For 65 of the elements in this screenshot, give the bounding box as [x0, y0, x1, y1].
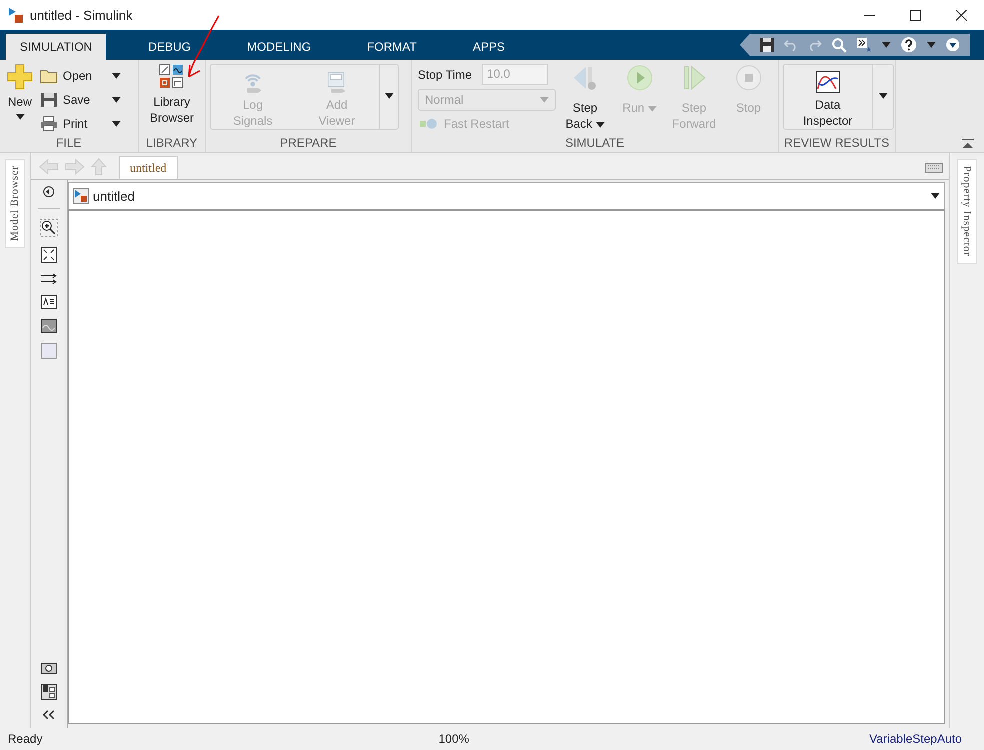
- caret-icon[interactable]: [384, 93, 394, 99]
- caret-icon[interactable]: [931, 193, 940, 199]
- caret-icon[interactable]: [882, 42, 891, 48]
- breadcrumb-bar[interactable]: untitled: [68, 182, 945, 211]
- model-browser-tab[interactable]: Model Browser: [5, 159, 25, 248]
- file-menu-button[interactable]: Print: [40, 112, 121, 136]
- breadcrumb-label: untitled: [93, 188, 136, 204]
- data-inspector-button[interactable]: Data Inspector: [784, 65, 872, 129]
- ribbon-tab[interactable]: MODELING: [219, 34, 340, 60]
- window-title: untitled - Simulink: [30, 8, 134, 22]
- model-tab[interactable]: untitled: [119, 156, 178, 179]
- hide-icon[interactable]: [43, 186, 55, 198]
- camera-icon[interactable]: [41, 661, 57, 674]
- solver-link[interactable]: VariableStepAuto: [870, 732, 962, 746]
- save-icon[interactable]: [760, 38, 774, 52]
- expand-icon[interactable]: [946, 38, 960, 52]
- section-label: SIMULATE: [564, 136, 626, 152]
- shortcut-icon[interactable]: [857, 38, 872, 52]
- ribbon-tab[interactable]: DEBUG: [120, 34, 220, 60]
- file-menu-button[interactable]: Save: [40, 88, 121, 112]
- caret-icon[interactable]: [878, 93, 888, 99]
- model-icon: [73, 188, 89, 204]
- close-icon[interactable]: [956, 10, 966, 20]
- new-button[interactable]: New: [4, 64, 36, 120]
- annotation-icon[interactable]: [41, 295, 57, 309]
- image-icon[interactable]: [41, 319, 57, 333]
- collapse-icon[interactable]: [962, 139, 974, 149]
- file-menu-button[interactable]: Open: [40, 64, 121, 88]
- property-inspector-tab[interactable]: Property Inspector: [957, 159, 977, 264]
- save-icon: [40, 92, 58, 108]
- section-label: REVIEW RESULTS: [783, 136, 891, 152]
- section-label: PREPARE: [279, 136, 338, 152]
- property-icon[interactable]: [41, 684, 57, 700]
- arrows-icon[interactable]: [41, 273, 57, 285]
- maximize-icon[interactable]: [910, 10, 920, 20]
- plus-icon: [7, 64, 33, 90]
- ribbon-tab[interactable]: SIMULATION: [6, 34, 106, 60]
- keyboard-icon[interactable]: [925, 163, 943, 173]
- caret-icon[interactable]: [927, 42, 936, 48]
- fit-view-icon[interactable]: [41, 247, 57, 263]
- search-icon[interactable]: [832, 38, 847, 52]
- stop-time-label: Stop Time: [418, 68, 472, 82]
- help-icon[interactable]: [901, 37, 917, 53]
- ribbon-tab[interactable]: FORMAT: [339, 34, 445, 60]
- caret-icon[interactable]: [16, 114, 24, 120]
- caret-icon[interactable]: [112, 97, 121, 103]
- caret-icon[interactable]: [112, 121, 121, 127]
- simulink-logo-icon: [8, 7, 24, 23]
- caret-icon[interactable]: [596, 122, 605, 128]
- library-icon: [159, 64, 185, 90]
- fast-restart-icon: [420, 118, 438, 130]
- caret-icon[interactable]: [112, 73, 121, 79]
- folder-icon: [40, 68, 58, 84]
- zoom-in-icon[interactable]: [40, 219, 58, 237]
- simulate-button[interactable]: Step Back: [560, 64, 610, 132]
- minimize-icon[interactable]: [864, 14, 874, 16]
- zoom-level: 100%: [438, 732, 470, 746]
- status-text: Ready: [8, 732, 44, 746]
- printer-icon: [40, 116, 58, 132]
- ribbon-tab[interactable]: APPS: [444, 34, 533, 60]
- library-browser-button[interactable]: Library Browser: [145, 64, 199, 126]
- collapse-palette-icon[interactable]: [42, 710, 56, 720]
- section-label: FILE: [55, 136, 83, 152]
- section-label: LIBRARY: [145, 136, 199, 152]
- plot-icon: [816, 71, 840, 93]
